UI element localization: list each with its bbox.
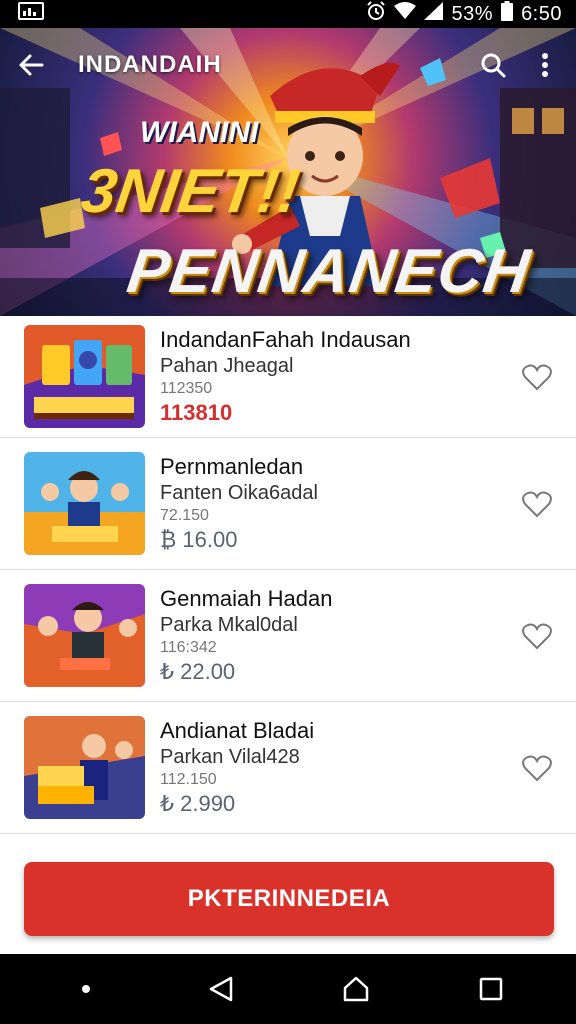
item-title: Andianat Bladai [160, 718, 315, 743]
heart-icon[interactable] [522, 754, 552, 782]
item-subtitle: Parkan Vilal428 [160, 746, 300, 768]
recents-square-icon [479, 977, 502, 1001]
back-button[interactable] [14, 48, 48, 82]
item-text: Genmaiah Hadan Parka Mkal0dal 116:342 ₺ … [160, 586, 332, 685]
home-icon [343, 976, 368, 1002]
hero-subtitle: WIANINI [140, 116, 259, 149]
overflow-menu-button[interactable] [528, 48, 562, 82]
item-price: 113810 [160, 400, 233, 425]
list-item[interactable]: Pernmanledan Fanten Oika6adal 72.150 ₿ 1… [0, 438, 576, 570]
status-bar: 53% 6:50 [0, 0, 576, 28]
battery-icon [501, 1, 514, 27]
item-code: 112350 [160, 380, 213, 397]
nav-home-button[interactable] [334, 967, 378, 1011]
product-list: IndandanFahah Indausan Pahan Jheagal 112… [0, 316, 576, 834]
battery-percent: 53% [451, 2, 494, 25]
item-subtitle: Pahan Jheagal [160, 355, 294, 377]
item-text: Pernmanledan Fanten Oika6adal 72.150 ₿ 1… [160, 454, 318, 553]
nav-dot-button[interactable] [64, 967, 108, 1011]
primary-action-button[interactable]: PKTERINNEDEIA [24, 862, 554, 936]
search-button[interactable] [476, 48, 510, 82]
item-thumbnail [24, 584, 145, 687]
item-thumbnail [24, 452, 145, 555]
item-code: 72.150 [160, 507, 209, 524]
item-price: ₿ 16.00 [160, 527, 238, 552]
status-left [18, 2, 44, 26]
item-text: IndandanFahah Indausan Pahan Jheagal 112… [160, 327, 411, 426]
app-title: INDANDAIH [78, 51, 222, 78]
nav-recents-button[interactable] [469, 967, 513, 1011]
item-thumbnail [24, 716, 145, 819]
system-nav-bar [0, 954, 576, 1024]
app-bar: INDANDAIH [0, 28, 576, 102]
item-thumbnail [24, 325, 145, 428]
hero-headline: 3NIET!! [77, 157, 304, 226]
list-item[interactable]: IndandanFahah Indausan Pahan Jheagal 112… [0, 316, 576, 438]
alarm-icon [366, 1, 386, 27]
item-title: Pernmanledan [160, 454, 304, 479]
more-vert-icon [542, 53, 548, 77]
item-subtitle: Parka Mkal0dal [160, 614, 298, 636]
clock: 6:50 [521, 2, 562, 25]
back-arrow-icon [19, 54, 44, 76]
status-right: 53% 6:50 [366, 1, 562, 27]
item-text: Andianat Bladai Parkan Vilal428 112.150 … [160, 718, 314, 817]
heart-icon[interactable] [522, 622, 552, 650]
item-code: 112.150 [160, 771, 217, 788]
heart-icon[interactable] [522, 490, 552, 518]
search-icon [481, 53, 506, 78]
nav-back-button[interactable] [199, 967, 243, 1011]
list-item[interactable]: Genmaiah Hadan Parka Mkal0dal 116:342 ₺ … [0, 570, 576, 702]
list-item[interactable]: Andianat Bladai Parkan Vilal428 112.150 … [0, 702, 576, 834]
app-actions [476, 48, 562, 82]
item-title: IndandanFahah Indausan [160, 327, 411, 352]
item-code: 116:342 [160, 639, 217, 656]
heart-icon[interactable] [522, 363, 552, 391]
hero-banner[interactable]: INDANDAIH WIANINI 3NIET!! PENNANECH [0, 28, 576, 316]
dot-icon [81, 985, 90, 993]
item-price: ₺ 22.00 [160, 659, 236, 684]
signal-icon [423, 2, 444, 26]
wifi-icon [393, 2, 416, 26]
item-subtitle: Fanten Oika6adal [160, 482, 318, 504]
screenshot-icon [18, 2, 44, 26]
back-triangle-icon [209, 976, 232, 1002]
item-price: ₺ 2.990 [160, 791, 236, 816]
hero-main-title: PENNANECH [123, 237, 535, 306]
item-title: Genmaiah Hadan [160, 586, 333, 611]
